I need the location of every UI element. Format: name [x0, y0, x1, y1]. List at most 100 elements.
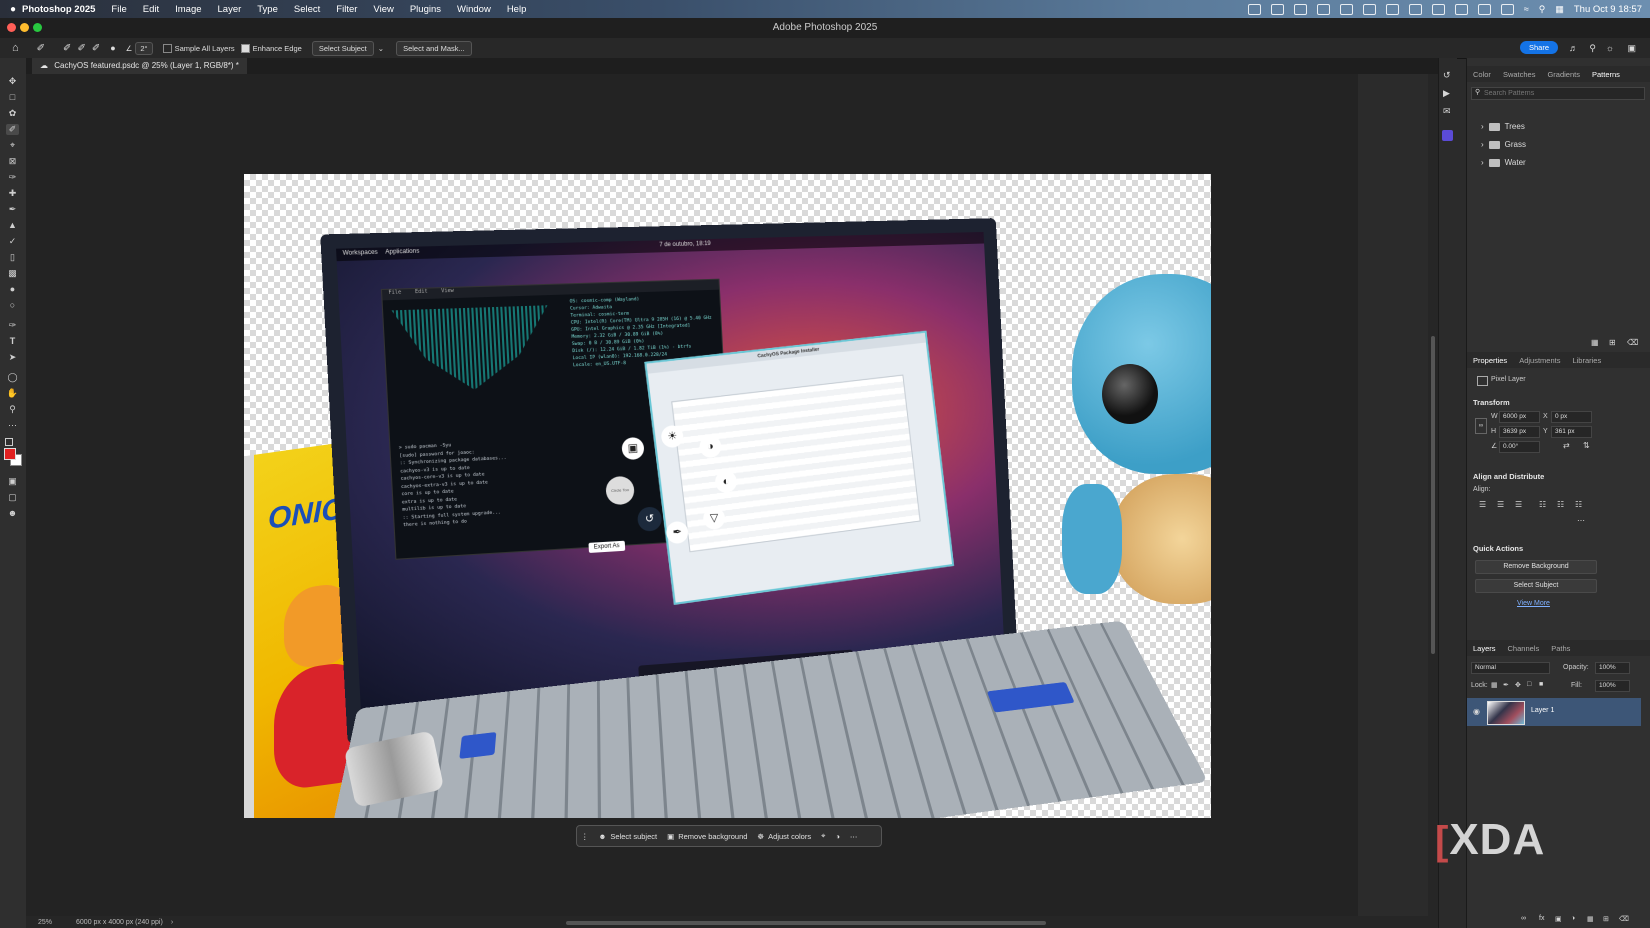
lock-position-icon[interactable]: ✥	[1515, 681, 1521, 689]
quick-selection-preset-icon[interactable]: ✐	[37, 43, 45, 54]
transform-task-button[interactable]: ⌖	[821, 831, 825, 841]
bell-icon[interactable]: ♬	[1569, 43, 1578, 53]
path-selection-tool-icon[interactable]: ➤	[6, 352, 19, 363]
align-middle-icon[interactable]: ☷	[1557, 500, 1564, 509]
quick-selection-tool-icon[interactable]: ✐	[6, 124, 19, 135]
status-app-icon[interactable]	[1316, 3, 1330, 15]
status-app-icon[interactable]	[1339, 3, 1353, 15]
vertical-scrollbar[interactable]	[1428, 74, 1438, 916]
lock-transparent-icon[interactable]: ▦	[1491, 681, 1498, 689]
menu-edit[interactable]: Edit	[143, 4, 159, 15]
tab-layers[interactable]: Layers	[1473, 644, 1496, 653]
tab-channels[interactable]: Channels	[1508, 644, 1540, 653]
search-icon[interactable]: ⚲	[1539, 4, 1546, 15]
tab-patterns[interactable]: Patterns	[1592, 70, 1620, 79]
blur-tool-icon[interactable]: ●	[6, 284, 19, 295]
status-app-icon[interactable]	[1270, 3, 1284, 15]
screen-mode-icon[interactable]: ▢	[6, 492, 19, 503]
clock[interactable]: Thu Oct 9 18:57	[1574, 4, 1642, 15]
foreground-color-swatch[interactable]	[4, 448, 16, 460]
more-options-button[interactable]: ⋯	[850, 832, 858, 841]
menu-filter[interactable]: Filter	[336, 4, 357, 15]
actions-icon[interactable]: ▶	[1443, 88, 1450, 99]
status-app-icon[interactable]	[1454, 3, 1468, 15]
more-options-icon[interactable]: ⋯	[1577, 516, 1585, 525]
move-tool-icon[interactable]: ✥	[6, 76, 19, 87]
status-app-icon[interactable]	[1500, 3, 1514, 15]
sample-all-layers-checkbox[interactable]	[162, 43, 172, 53]
height-field[interactable]: 3639 px	[1499, 426, 1540, 438]
layer-row[interactable]: ◉ Layer 1	[1467, 698, 1641, 726]
pen-tool-icon[interactable]: ✑	[6, 320, 19, 331]
menu-help[interactable]: Help	[507, 4, 527, 15]
select-and-mask-button[interactable]: Select and Mask...	[396, 40, 472, 56]
align-left-icon[interactable]: ☰	[1479, 500, 1486, 509]
select-subject-task-button[interactable]: ☻ Select subject	[599, 832, 658, 841]
trash-icon[interactable]: ⌫	[1619, 915, 1629, 923]
status-app-icon[interactable]	[1362, 3, 1376, 15]
add-to-selection-icon[interactable]: ✐	[77, 43, 85, 54]
status-app-icon[interactable]	[1247, 3, 1261, 15]
remove-background-button[interactable]: Remove Background	[1475, 560, 1597, 574]
quick-actions-section-title[interactable]: Quick Actions	[1473, 544, 1523, 553]
adjustment-layer-icon[interactable]: ◑	[1571, 915, 1575, 922]
type-tool-icon[interactable]: T	[6, 336, 19, 347]
adjust-colors-task-button[interactable]: ☸ Adjust colors	[757, 832, 811, 841]
apple-icon[interactable]: ●	[10, 4, 16, 15]
tab-libraries[interactable]: Libraries	[1572, 356, 1601, 365]
lasso-tool-icon[interactable]: ✿	[6, 108, 19, 119]
comments-icon[interactable]: ✉	[1443, 106, 1451, 117]
share-button[interactable]: Share	[1519, 41, 1558, 54]
horizontal-scroll-thumb[interactable]	[566, 921, 1046, 925]
plugin-icon[interactable]	[1442, 130, 1453, 141]
enhance-edge-checkbox[interactable]	[240, 43, 250, 53]
new-pattern-icon[interactable]: ⊞	[1609, 338, 1616, 347]
fx-icon[interactable]: fx	[1539, 915, 1544, 922]
new-group-icon[interactable]: ▦	[1587, 915, 1594, 923]
subtract-from-selection-icon[interactable]: ✐	[92, 43, 100, 54]
dodge-tool-icon[interactable]: ○	[6, 300, 19, 311]
status-app-icon[interactable]	[1408, 3, 1422, 15]
menu-window[interactable]: Window	[457, 4, 491, 15]
lock-pixels-icon[interactable]: ✒	[1503, 681, 1509, 689]
menu-file[interactable]: File	[111, 4, 126, 15]
pattern-folder-water[interactable]: › Water	[1481, 158, 1526, 167]
select-subject-panel-button[interactable]: Select Subject	[1475, 579, 1597, 593]
link-layers-icon[interactable]: ∞	[1521, 915, 1526, 922]
brush-size-field[interactable]: 2°	[135, 41, 153, 55]
tab-properties[interactable]: Properties	[1473, 356, 1507, 365]
new-group-icon[interactable]: ▦	[1591, 338, 1599, 347]
document-tab[interactable]: ☁ CachyOS featured.psdc @ 25% (Layer 1, …	[32, 58, 247, 74]
lock-all-icon[interactable]: ■	[1539, 681, 1543, 688]
document-canvas[interactable]: ONIC Workspaces Applications 7 de outubr…	[244, 174, 1211, 818]
drag-handle-icon[interactable]: ⋮	[581, 832, 589, 841]
tab-gradients[interactable]: Gradients	[1547, 70, 1580, 79]
align-top-icon[interactable]: ☷	[1539, 500, 1546, 509]
healing-brush-tool-icon[interactable]: ✚	[6, 188, 19, 199]
tab-swatches[interactable]: Swatches	[1503, 70, 1536, 79]
menu-image[interactable]: Image	[175, 4, 201, 15]
eyedropper-tool-icon[interactable]: ✑	[6, 172, 19, 183]
menu-select[interactable]: Select	[294, 4, 320, 15]
zoom-level[interactable]: 25%	[38, 919, 52, 926]
align-distribute-section-title[interactable]: Align and Distribute	[1473, 472, 1544, 481]
pattern-folder-trees[interactable]: › Trees	[1481, 122, 1525, 131]
add-mask-icon[interactable]: ▣	[1555, 915, 1562, 923]
lock-artboard-icon[interactable]: □	[1527, 681, 1531, 688]
share-for-review-icon[interactable]: ☻	[6, 508, 19, 519]
fill-field[interactable]: 100%	[1595, 680, 1630, 692]
status-app-icon[interactable]	[1385, 3, 1399, 15]
default-colors-icon[interactable]	[5, 438, 13, 446]
transform-section-title[interactable]: Transform	[1473, 398, 1510, 407]
more-tools-icon[interactable]: ⋯	[6, 420, 19, 431]
status-app-icon[interactable]	[1293, 3, 1307, 15]
status-app-icon[interactable]	[1477, 3, 1491, 15]
pattern-search-input[interactable]	[1484, 88, 1634, 98]
remove-background-task-button[interactable]: ▣ Remove background	[667, 832, 747, 841]
discover-icon[interactable]: ☼	[1606, 43, 1614, 53]
tab-color[interactable]: Color	[1473, 70, 1491, 79]
flip-vertical-icon[interactable]: ⇅	[1583, 441, 1590, 450]
shape-tool-icon[interactable]: ◯	[6, 372, 19, 383]
brush-settings-icon[interactable]: ●	[110, 43, 115, 53]
frame-tool-icon[interactable]: ⊠	[6, 156, 19, 167]
